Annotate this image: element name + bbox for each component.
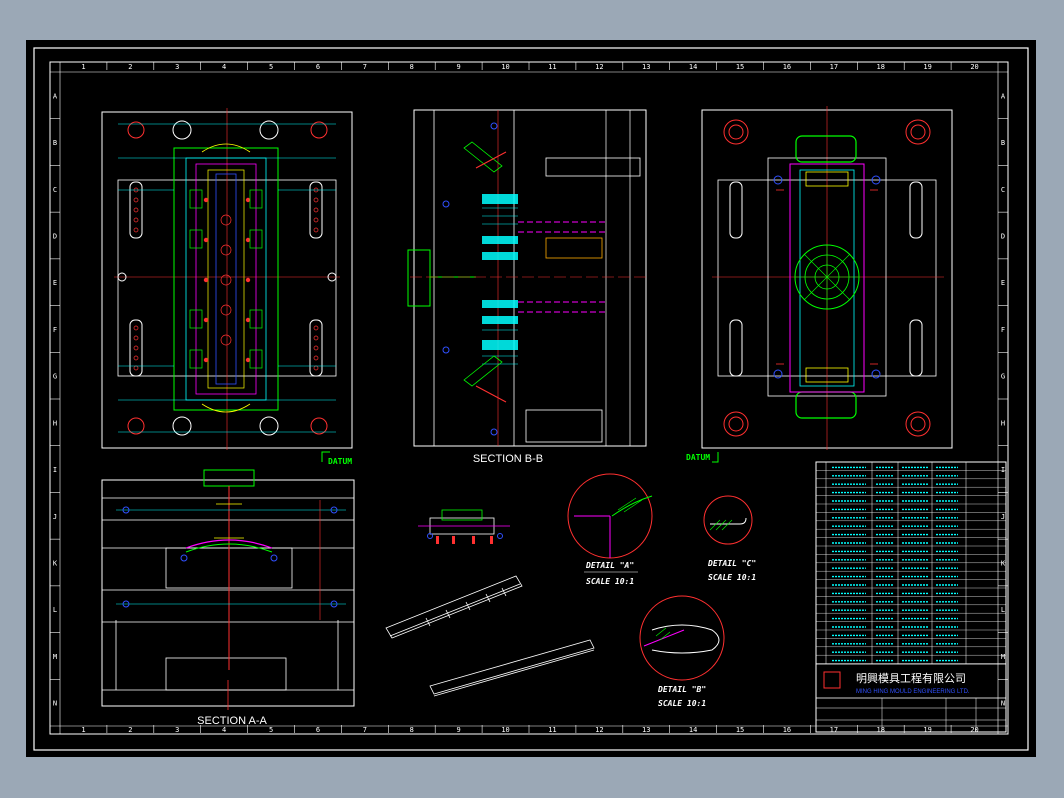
column-number: 20 — [970, 726, 978, 734]
bill-of-materials-table — [816, 466, 1006, 664]
column-number: 7 — [363, 63, 367, 71]
row-letter: N — [1001, 700, 1005, 708]
column-number: 12 — [595, 726, 603, 734]
row-letter: F — [53, 326, 57, 334]
row-letter-strip-left: A B C D E F G H I J K L M N — [50, 92, 60, 708]
detail-c-circle — [703, 495, 753, 545]
column-number: 7 — [363, 726, 367, 734]
column-number: 18 — [877, 63, 885, 71]
column-number: 19 — [923, 63, 931, 71]
top-view-core-side — [101, 108, 353, 450]
company-name-english: MING HING MOULD ENGINEERING LTD. — [856, 689, 970, 695]
column-number: 9 — [457, 63, 461, 71]
cad-drawing-viewport[interactable]: 1 2 3 4 5 6 7 8 9 10 11 12 13 14 15 16 17 18 19 20 12345678… — [26, 40, 1036, 757]
column-number: 6 — [316, 63, 320, 71]
isometric-part-view-1 — [385, 575, 523, 639]
row-letter: J — [1001, 513, 1005, 521]
row-letter: H — [53, 419, 57, 427]
detail-c-scale: SCALE 10:1 — [708, 573, 756, 582]
column-number: 13 — [642, 726, 650, 734]
row-letter: I — [53, 466, 57, 474]
row-letter: M — [53, 653, 57, 661]
datum-label-left: DATUM — [328, 457, 352, 466]
row-letter: F — [1001, 326, 1005, 334]
detail-a-title: DETAIL "A" — [585, 561, 634, 570]
column-number: 18 — [877, 726, 885, 734]
row-letter: G — [53, 373, 57, 381]
detail-c-title: DETAIL "C" — [707, 559, 756, 568]
section-a-a-label: SECTION A-A — [197, 715, 267, 727]
column-number: 1 — [81, 726, 85, 734]
mold-assembly-drawing: 1 2 3 4 5 6 7 8 9 10 11 12 13 14 15 16 17 18 19 20 12345678… — [33, 47, 1029, 751]
section-b-b-label: SECTION B-B — [473, 453, 543, 465]
column-number: 14 — [689, 63, 697, 71]
column-number: 14 — [689, 726, 697, 734]
column-number-strip-top: 1 2 3 4 5 6 7 8 9 10 11 12 13 14 15 16 17 18 19 20 — [81, 62, 979, 71]
inner-border — [49, 61, 1009, 735]
column-number: 19 — [923, 726, 931, 734]
row-letter: D — [53, 233, 57, 241]
row-letter: B — [53, 139, 57, 147]
company-name-chinese: 明興模具工程有限公司 — [856, 671, 966, 685]
column-number: 5 — [269, 726, 273, 734]
column-number: 3 — [175, 63, 179, 71]
detail-b-circle — [639, 595, 725, 681]
row-letter: L — [53, 606, 57, 614]
outer-border — [33, 47, 1029, 751]
row-letter: M — [1001, 653, 1005, 661]
column-number: 2 — [128, 726, 132, 734]
row-letter: A — [53, 92, 58, 100]
column-number: 6 — [316, 726, 320, 734]
column-number: 11 — [548, 63, 556, 71]
detail-a-scale: SCALE 10:1 — [586, 577, 634, 586]
row-letter: J — [53, 513, 57, 521]
datum-mark-left: DATUM — [321, 451, 352, 466]
column-number: 12 — [595, 63, 603, 71]
row-letter: C — [53, 186, 57, 194]
column-number: 20 — [970, 63, 978, 71]
title-block: 明興模具工程有限公司 MING HING MOULD ENGINEERING L… — [815, 461, 1007, 733]
row-letter: E — [53, 279, 57, 287]
column-number: 15 — [736, 726, 744, 734]
column-number: 5 — [269, 63, 273, 71]
row-letter: G — [1001, 373, 1005, 381]
detail-b-scale: SCALE 10:1 — [658, 699, 706, 708]
column-number: 2 — [128, 63, 132, 71]
column-number: 10 — [501, 726, 509, 734]
column-number: 16 — [783, 63, 791, 71]
isometric-part-view-2 — [429, 639, 595, 697]
column-number: 13 — [642, 63, 650, 71]
row-letter: I — [1001, 466, 1005, 474]
column-number: 15 — [736, 63, 744, 71]
column-number: 17 — [830, 63, 838, 71]
column-number: 17 — [830, 726, 838, 734]
section-a-a-view — [101, 469, 355, 710]
row-letter: B — [1001, 139, 1005, 147]
column-number: 16 — [783, 726, 791, 734]
row-letter: K — [53, 560, 58, 568]
column-number: 8 — [410, 726, 414, 734]
column-number: 10 — [501, 63, 509, 71]
detail-a-circle — [567, 473, 653, 559]
column-number: 1 — [81, 63, 85, 71]
top-view-cavity-side — [701, 106, 953, 450]
column-number: 4 — [222, 726, 226, 734]
detail-b-title: DETAIL "B" — [657, 685, 706, 694]
row-letter: N — [53, 700, 57, 708]
column-number: 3 — [175, 726, 179, 734]
column-number: 8 — [410, 63, 414, 71]
column-number: 11 — [548, 726, 556, 734]
small-part-view — [418, 509, 510, 544]
row-letter: K — [1001, 560, 1006, 568]
datum-mark-right: DATUM — [686, 452, 719, 463]
column-number: 4 — [222, 63, 226, 71]
row-letter: A — [1001, 92, 1006, 100]
section-b-b-view — [407, 109, 650, 447]
row-letter: E — [1001, 279, 1005, 287]
row-letter: H — [1001, 419, 1005, 427]
row-letter: D — [1001, 233, 1005, 241]
datum-label-right: DATUM — [686, 453, 710, 462]
row-letter: C — [1001, 186, 1005, 194]
column-number: 9 — [457, 726, 461, 734]
